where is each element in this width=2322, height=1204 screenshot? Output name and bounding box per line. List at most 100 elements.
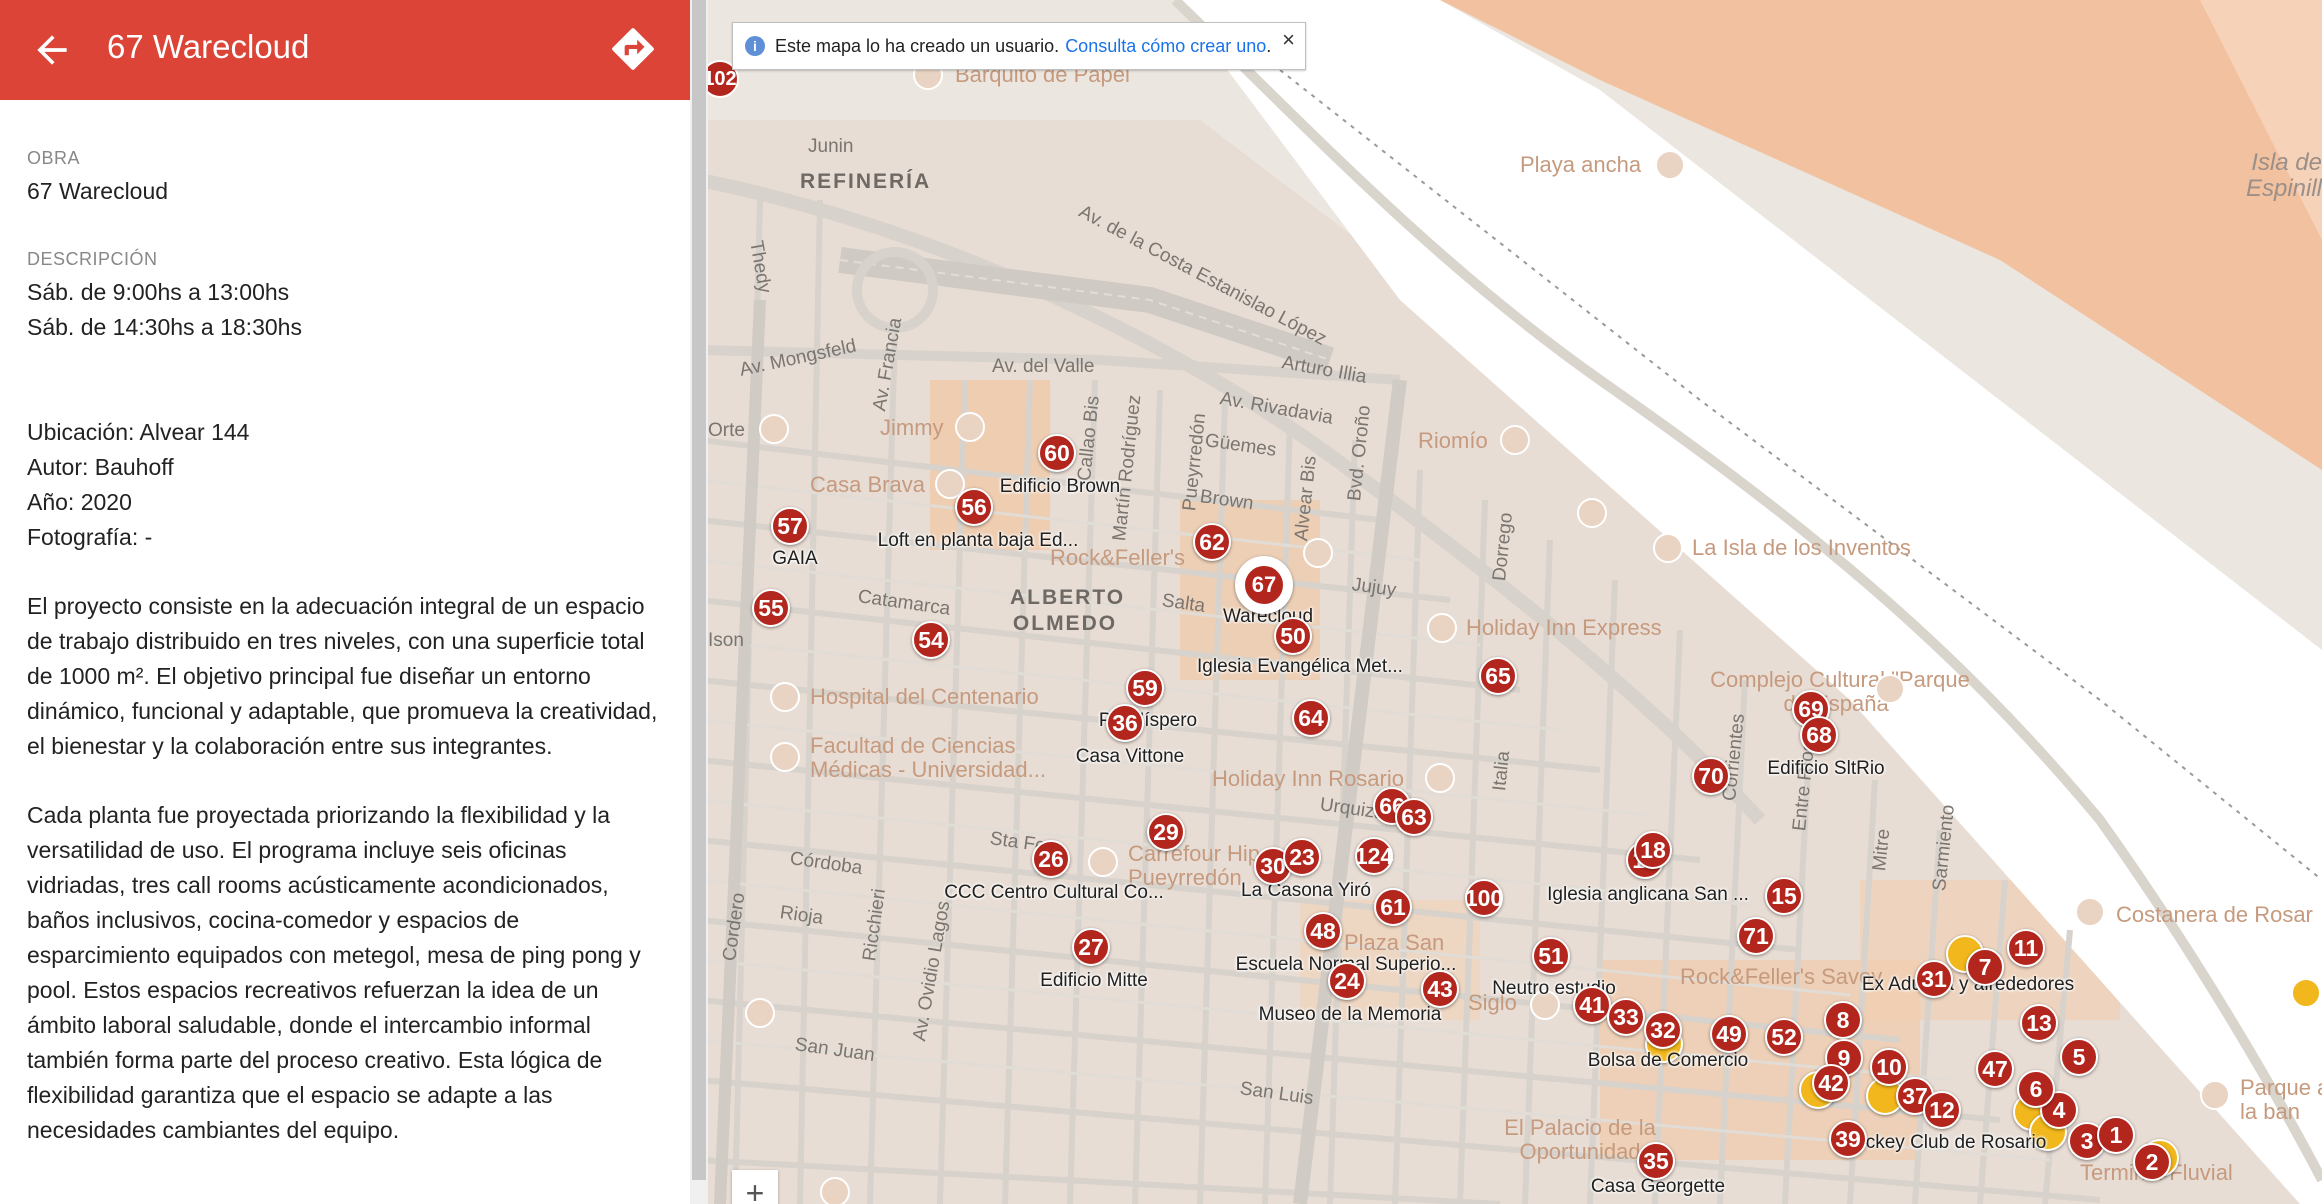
close-icon[interactable]: × xyxy=(1282,27,1295,53)
district-alberto-olmedo: ALBERTO OLMEDO xyxy=(1010,586,1126,635)
map-marker[interactable]: 52 xyxy=(1765,1018,1803,1056)
poi-dot xyxy=(1425,763,1455,793)
descripcion-label: DESCRIPCIÓN xyxy=(27,249,158,269)
map-label: Museo de la Memoria xyxy=(1258,1004,1442,1025)
map-marker[interactable]: 24 xyxy=(1328,962,1366,1000)
map-marker[interactable]: 23 xyxy=(1283,838,1321,876)
poi-dot xyxy=(1303,538,1333,568)
map-marker[interactable]: 33 xyxy=(1607,998,1645,1036)
map-marker[interactable]: 68 xyxy=(1800,716,1838,754)
obra-value: 67 Warecloud xyxy=(27,178,169,204)
map-label: Edificio SltRio xyxy=(1767,758,1885,779)
map-marker[interactable]: 32 xyxy=(1644,1011,1682,1049)
map-marker[interactable]: 5 xyxy=(2060,1038,2098,1076)
ubicacion: Ubicación: Alvear 144 xyxy=(27,419,250,445)
poi-dot xyxy=(2075,897,2105,927)
street-junin: Junin xyxy=(808,136,854,157)
map-marker[interactable]: 62 xyxy=(1193,523,1231,561)
map-marker[interactable]: 7 xyxy=(1966,948,2004,986)
map-marker[interactable]: 42 xyxy=(1812,1064,1850,1102)
street-del-valle: Av. del Valle xyxy=(992,356,1095,377)
poi-dot xyxy=(1427,613,1457,643)
poi-parque-bandera: Parque a la ban xyxy=(2240,1075,2322,1124)
map-marker[interactable]: 65 xyxy=(1479,657,1517,695)
poi-costanera: Costanera de Rosar xyxy=(2116,902,2313,927)
zoom-in-button[interactable]: + xyxy=(732,1170,778,1204)
map-marker[interactable]: 59 xyxy=(1126,669,1164,707)
map-marker[interactable]: 36 xyxy=(1106,704,1144,742)
poi-jimmy: Jimmy xyxy=(880,415,944,440)
map-label: Ex Aduana y alrededores xyxy=(1861,974,2075,995)
street-mitre: Mitre xyxy=(1869,827,1895,873)
poi-dot xyxy=(2291,978,2321,1008)
description-paragraph-2: Cada planta fue proyectada priorizando l… xyxy=(27,802,641,1143)
map-marker[interactable]: 6 xyxy=(2017,1070,2055,1108)
poi-dot xyxy=(1088,847,1118,877)
horario-1: Sáb. de 9:00hs a 13:00hs xyxy=(27,279,290,305)
map-marker[interactable]: 71 xyxy=(1737,917,1775,955)
map-marker[interactable]: 60 xyxy=(1038,434,1076,472)
autor: Autor: Bauhoff xyxy=(27,454,174,480)
river-label: Isla de Espinill xyxy=(2245,149,2322,202)
poi-dot xyxy=(2200,1080,2230,1110)
arrow-left-icon[interactable] xyxy=(30,28,74,72)
map-label: Loft en planta baja Ed... xyxy=(877,530,1079,551)
map-marker[interactable]: 15 xyxy=(1765,877,1803,915)
poi-isla-inventos: La Isla de los Inventos xyxy=(1692,535,1911,560)
map-marker[interactable]: 27 xyxy=(1072,928,1110,966)
poi-riomio: Riomío xyxy=(1418,428,1488,453)
map-marker[interactable]: 70 xyxy=(1692,757,1730,795)
map-marker[interactable]: 64 xyxy=(1292,699,1330,737)
map-marker[interactable]: 8 xyxy=(1824,1001,1862,1039)
map-marker-selected[interactable]: 67 xyxy=(1235,556,1293,614)
poi-rockfellers-savoy: Rock&Feller's Savoy xyxy=(1680,964,1883,989)
map-marker[interactable]: 56 xyxy=(955,488,993,526)
map-marker[interactable]: 35 xyxy=(1637,1142,1675,1180)
map-label: Edificio Mitte xyxy=(1040,970,1148,991)
map-marker[interactable]: 48 xyxy=(1304,912,1342,950)
map-marker[interactable]: 31 xyxy=(1915,960,1953,998)
map-label: Bolsa de Comercio xyxy=(1587,1050,1749,1071)
map-marker[interactable]: 13 xyxy=(2020,1004,2058,1042)
poi-dot xyxy=(1653,533,1683,563)
map-marker[interactable]: 18 xyxy=(1634,831,1672,869)
map-marker[interactable]: 55 xyxy=(752,589,790,627)
map-marker[interactable]: 12 xyxy=(1923,1091,1961,1129)
street-ison: Ison xyxy=(708,630,744,651)
poi-plaza-san: Plaza San xyxy=(1344,930,1445,955)
poi-dot xyxy=(770,742,800,772)
poi-dot xyxy=(759,414,789,444)
map-marker[interactable]: 29 xyxy=(1147,813,1185,851)
map-marker[interactable]: 57 xyxy=(771,507,809,545)
directions-icon[interactable] xyxy=(608,24,658,74)
map-marker[interactable]: 49 xyxy=(1710,1015,1748,1053)
create-map-link[interactable]: Consulta cómo crear uno xyxy=(1065,36,1266,57)
user-map-notice: i Este mapa lo ha creado un usuario. Con… xyxy=(732,22,1306,70)
info-icon: i xyxy=(745,36,765,56)
map-marker[interactable]: 39 xyxy=(1829,1120,1867,1158)
street-italia: Italia xyxy=(1489,749,1515,793)
poi-hospital-centenario: Hospital del Centenario xyxy=(810,684,1039,709)
map-marker[interactable]: 26 xyxy=(1032,840,1070,878)
poi-dot xyxy=(955,412,985,442)
map-marker[interactable]: 63 xyxy=(1395,798,1433,836)
map-marker[interactable]: 51 xyxy=(1532,937,1570,975)
map-marker[interactable]: 2 xyxy=(2133,1143,2171,1181)
map-marker[interactable]: 43 xyxy=(1421,970,1459,1008)
map-marker[interactable]: 50 xyxy=(1274,617,1312,655)
map-marker[interactable]: 41 xyxy=(1573,986,1611,1024)
panel-scrollbar-thumb[interactable] xyxy=(692,0,706,1180)
map-marker[interactable]: 47 xyxy=(1976,1050,2014,1088)
details-content: OBRA 67 Warecloud DESCRIPCIÓN Sáb. de 9:… xyxy=(27,146,667,1148)
map-marker[interactable]: 100 xyxy=(1465,879,1503,917)
map-label: Iglesia anglicana San ... xyxy=(1547,884,1749,905)
street-orte: Orte xyxy=(708,420,745,441)
poi-holiday-rosario: Holiday Inn Rosario xyxy=(1212,766,1404,791)
map-marker[interactable]: 124 xyxy=(1355,837,1393,875)
notice-period: . xyxy=(1266,35,1272,56)
map-marker[interactable]: 61 xyxy=(1374,888,1412,926)
map-label: Casa Vittone xyxy=(1075,746,1185,767)
map-marker[interactable]: 1 xyxy=(2097,1116,2135,1154)
map-marker[interactable]: 11 xyxy=(2007,929,2045,967)
map-marker[interactable]: 54 xyxy=(912,621,950,659)
